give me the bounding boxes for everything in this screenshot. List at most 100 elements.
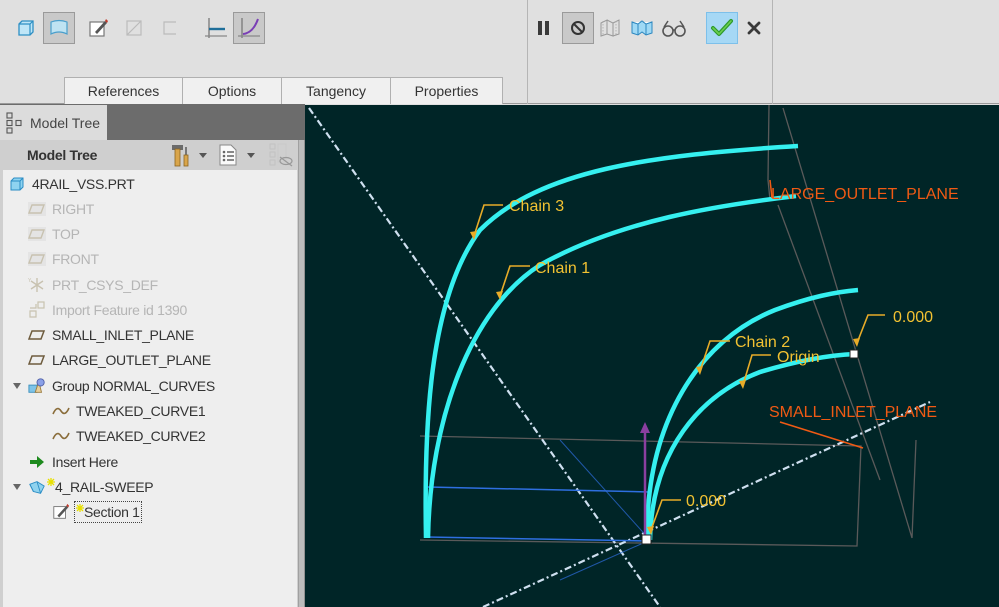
section-icon (52, 503, 70, 521)
datum-plane-icon (28, 225, 46, 243)
sketch-button[interactable] (82, 12, 114, 44)
no-preview-button[interactable] (562, 12, 594, 44)
tree-item-csys[interactable]: Y PRT_CSYS_DEF (28, 274, 158, 296)
chain-1-curve (425, 193, 797, 539)
checkmark-icon (711, 19, 733, 36)
tree-item-label: Insert Here (52, 454, 118, 470)
tree-item-label: Import Feature id 1390 (52, 302, 188, 318)
insert-here-icon (28, 453, 46, 471)
model-tree-title: Model Tree (27, 147, 98, 163)
feature-preview-icon (631, 20, 653, 36)
tree-item-label: TOP (52, 226, 80, 242)
solid-button[interactable] (10, 12, 42, 44)
dimension-value-label[interactable]: 0.000 (686, 493, 726, 510)
tree-item-right[interactable]: RIGHT (28, 198, 94, 220)
tree-item-root[interactable]: 4RAIL_VSS.PRT (8, 173, 135, 195)
datum-plane-icon (28, 326, 46, 344)
origin-label[interactable]: Origin (777, 349, 820, 366)
tree-item-tweaked-curve2[interactable]: TWEAKED_CURVE2 (52, 425, 206, 447)
remove-material-icon (126, 20, 142, 36)
group-icon (28, 377, 46, 395)
small-inlet-plane-label[interactable]: SMALL_INLET_PLANE (769, 404, 937, 421)
origin-handle[interactable] (641, 534, 652, 545)
graphics-viewport[interactable]: Chain 3 Chain 1 Chain 2 Origin 0.000 0.0… (305, 105, 999, 607)
tree-item-label: PRT_CSYS_DEF (52, 277, 158, 293)
part-icon (8, 175, 26, 193)
tree-settings-button[interactable] (170, 142, 210, 168)
chain-1-label[interactable]: Chain 1 (535, 260, 590, 277)
triangle-down-icon (13, 383, 21, 389)
expand-toggle[interactable] (12, 381, 22, 391)
chain-3-label[interactable]: Chain 3 (509, 198, 564, 215)
large-outlet-plane-edge (777, 204, 881, 481)
model-tree-header: Model Tree (0, 140, 300, 170)
tab-references[interactable]: References (64, 77, 183, 104)
hide-items-button[interactable] (268, 142, 296, 168)
tree-item-4-rail-sweep[interactable]: 4_RAIL-SWEEP (28, 476, 154, 498)
tree-item-top[interactable]: TOP (28, 223, 80, 245)
constant-section-button[interactable] (200, 12, 232, 44)
tab-options[interactable]: Options (182, 77, 282, 104)
verify-mode-icon (662, 20, 686, 37)
tree-item-label: TWEAKED_CURVE2 (76, 428, 206, 444)
model-tree-list: 4RAIL_VSS.PRT RIGHT TOP FRONT Y PRT_CSYS… (3, 170, 297, 607)
model-tree-tab-label: Model Tree (30, 114, 101, 131)
annotation-leaders (473, 204, 885, 531)
pause-icon (538, 21, 549, 35)
tree-item-label: FRONT (52, 251, 99, 267)
remove-material-button[interactable] (118, 12, 150, 44)
ok-button[interactable] (706, 12, 738, 44)
feature-preview-button[interactable] (626, 12, 658, 44)
tab-tangency[interactable]: Tangency (281, 77, 391, 104)
tree-item-front[interactable]: FRONT (28, 248, 99, 270)
show-menu-button[interactable] (218, 142, 258, 168)
datum-axis-line (308, 107, 661, 607)
hammer-tools-icon (172, 145, 189, 167)
tree-item-label: 4_RAIL-SWEEP (55, 479, 154, 495)
triangle-down-icon (13, 484, 21, 490)
tree-item-tweaked-curve1[interactable]: TWEAKED_CURVE1 (52, 400, 206, 422)
no-preview-icon (571, 21, 585, 35)
constant-section-icon (205, 18, 227, 38)
tree-item-large-outlet-plane[interactable]: LARGE_OUTLET_PLANE (28, 349, 211, 371)
datum-plane-outlines (419, 105, 917, 547)
pause-button[interactable] (528, 12, 560, 44)
list-document-icon (219, 144, 237, 166)
verify-mode-button[interactable] (658, 12, 690, 44)
datum-plane-icon (28, 351, 46, 369)
tree-item-label: RIGHT (52, 201, 95, 217)
expand-toggle[interactable] (12, 482, 22, 492)
hidden-items-icon (269, 143, 293, 167)
modified-star-icon (76, 504, 84, 512)
ribbon-separator (772, 0, 773, 104)
variable-section-button[interactable] (233, 12, 265, 44)
geometry-preview-button[interactable] (594, 12, 626, 44)
surface-button[interactable] (43, 12, 75, 44)
tab-label: References (87, 83, 160, 99)
axis-highlight (559, 439, 651, 581)
curve-icon (52, 402, 70, 420)
tree-item-section-1[interactable]: Section 1 (52, 501, 142, 523)
tree-item-small-inlet-plane[interactable]: SMALL_INLET_PLANE (28, 324, 194, 346)
surface-icon (50, 19, 68, 35)
tree-item-insert-here[interactable]: Insert Here (28, 451, 118, 473)
tab-label: Options (207, 83, 257, 99)
tree-item-label: LARGE_OUTLET_PLANE (52, 352, 211, 368)
modified-star-icon (47, 478, 55, 486)
dimension-value-label[interactable]: 0.000 (893, 309, 933, 326)
tab-label: Tangency (306, 83, 366, 99)
pane-splitter[interactable] (298, 140, 305, 607)
datum-plane-icon (28, 250, 46, 268)
end-point-handle[interactable] (849, 349, 859, 359)
thicken-icon (163, 21, 176, 35)
tree-item-label: Group NORMAL_CURVES (52, 378, 215, 394)
tree-item-group-normal-curves[interactable]: Group NORMAL_CURVES (28, 375, 215, 397)
thicken-button[interactable] (154, 12, 186, 44)
model-tree-tab[interactable]: Model Tree (0, 105, 107, 140)
tab-label: Properties (414, 83, 479, 99)
tab-properties[interactable]: Properties (390, 77, 503, 104)
tree-item-import-feature[interactable]: Import Feature id 1390 (28, 299, 187, 321)
sketch-icon (89, 19, 108, 37)
large-outlet-plane-label[interactable]: LARGE_OUTLET_PLANE (771, 186, 959, 203)
cancel-button[interactable] (738, 12, 770, 44)
